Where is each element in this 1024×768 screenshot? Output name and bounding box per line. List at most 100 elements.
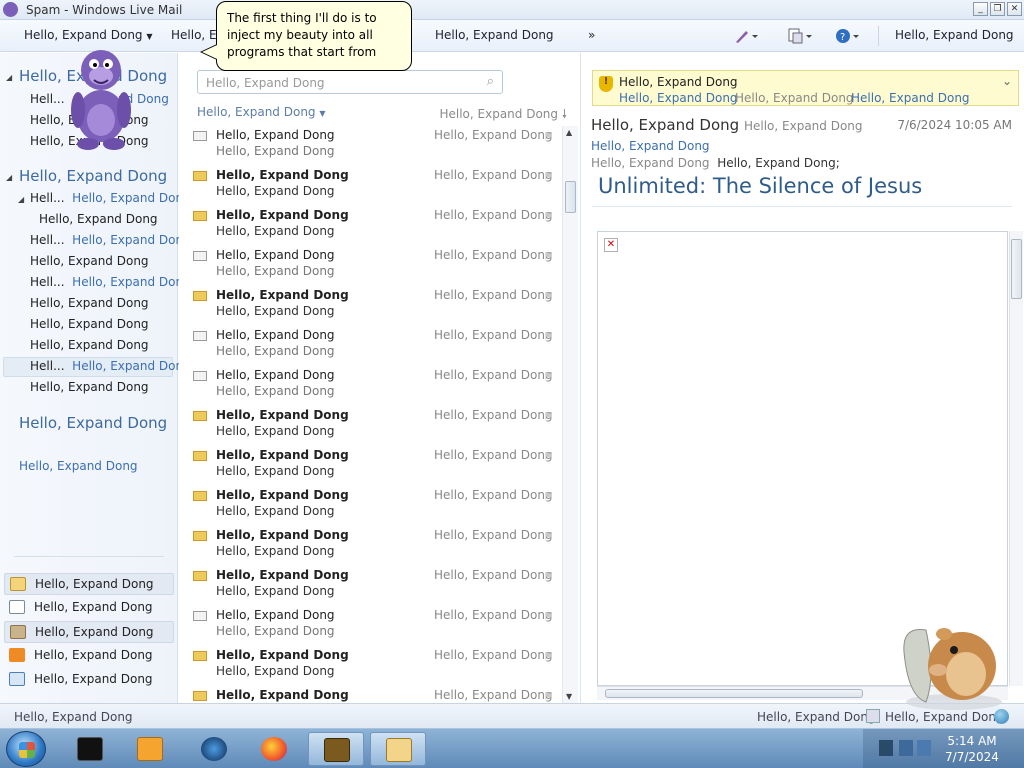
message-row[interactable]: Hello, Expand Dong Hello, Expand Dong Hell… <box>179 286 563 326</box>
message-row[interactable]: Hello, Expand Dong Hello, Expand Dong Hell… <box>179 366 563 406</box>
layout-icon[interactable] <box>788 27 814 45</box>
nav-item[interactable]: Hell... Hello, Expand Dong <box>30 275 191 289</box>
flag-icon[interactable]: ⚑ <box>543 410 553 423</box>
flag-icon[interactable]: ⚑ <box>543 450 553 463</box>
flag-icon[interactable]: ⚑ <box>543 210 553 223</box>
calendar-button[interactable]: Hello, Expand Dong <box>4 597 174 619</box>
add-account-link[interactable]: Hello, Expand Dong <box>19 459 138 473</box>
nav-item[interactable]: Hello, Expand Dong <box>30 338 149 352</box>
message-row[interactable]: Hello, Expand Dong Hello, Expand Dong Hell… <box>179 526 563 566</box>
offline-icon[interactable] <box>866 709 880 723</box>
taskbar-app-bonzi[interactable] <box>308 732 364 766</box>
sign-in-button[interactable]: Hello, Expand Dong <box>895 28 1014 42</box>
nav-header-storage[interactable]: Hello, Expand Dong <box>19 414 167 432</box>
flag-icon[interactable]: ⚑ <box>543 130 553 143</box>
bonzi-buddy-gorilla-icon[interactable] <box>60 40 142 152</box>
nav-item-inbox[interactable]: Hell... Hello, Expand Dong <box>30 191 191 205</box>
broken-image-icon[interactable]: ✕ <box>604 238 618 252</box>
restore-button[interactable]: ❐ <box>990 2 1005 16</box>
message-row[interactable]: Hello, Expand Dong Hello, Expand Dong Hell… <box>179 406 563 446</box>
message-date: 7/6/2024 10:05 AM <box>897 118 1012 132</box>
paint-brush-icon[interactable] <box>734 27 760 45</box>
nav-item[interactable]: Hello, Expand Dong <box>30 296 149 310</box>
taskbar-app-media[interactable] <box>122 732 178 766</box>
collapse-icon[interactable]: ◢ <box>6 73 12 82</box>
message-list-scrollbar[interactable]: ▲ ▼ <box>562 126 578 703</box>
nav-item[interactable]: Hello, Expand Dong <box>30 380 149 394</box>
message-row[interactable]: Hello, Expand Dong Hello, Expand Dong Hell… <box>179 166 563 206</box>
flag-icon[interactable]: ⚑ <box>543 530 553 543</box>
flag-icon[interactable]: ⚑ <box>543 170 553 183</box>
message-row[interactable]: Hello, Expand Dong Hello, Expand Dong Hell… <box>179 206 563 246</box>
chevron-down-icon[interactable]: ⌄ <box>1002 74 1012 88</box>
nav-item[interactable]: Hello, Expand Dong <box>30 317 149 331</box>
collapse-icon[interactable]: ◢ <box>6 173 12 182</box>
flag-icon[interactable]: ⚑ <box>543 690 553 703</box>
unread-envelope-icon <box>193 531 207 541</box>
clock-date[interactable]: 7/7/2024 <box>935 750 1009 764</box>
toolbar-forward-button[interactable]: Hello, Expand Dong <box>435 28 554 42</box>
start-button[interactable] <box>6 731 46 767</box>
contacts-button[interactable]: Hello, Expand Dong <box>4 621 174 643</box>
taskbar-app-ie[interactable] <box>186 732 242 766</box>
flag-icon[interactable]: ⚑ <box>543 610 553 623</box>
feeds-button[interactable]: Hello, Expand Dong <box>4 645 174 667</box>
flag-icon[interactable]: ⚑ <box>543 250 553 263</box>
nav-header-account[interactable]: Hello, Expand Dong <box>19 167 167 185</box>
nav-item[interactable]: Hello, Expand Dong <box>39 212 158 226</box>
scroll-thumb[interactable] <box>1011 239 1022 299</box>
newsgroups-button[interactable]: Hello, Expand Dong <box>4 669 174 691</box>
nav-item[interactable]: Hell... Hello, Expand Dong <box>30 233 191 247</box>
warning-link-not-junk[interactable]: Hello, Expand Dong <box>619 91 738 105</box>
flag-icon[interactable]: ⚑ <box>543 490 553 503</box>
message-row[interactable]: Hello, Expand Dong Hello, Expand Dong Hell… <box>179 446 563 486</box>
warning-link-safe-senders[interactable]: Hello, Expand Dong <box>851 91 970 105</box>
flag-icon[interactable]: ⚑ <box>543 650 553 663</box>
taskbar-app-cmd[interactable] <box>62 732 118 766</box>
flag-icon[interactable]: ⚑ <box>543 370 553 383</box>
message-date: Hello, Expand Dong <box>434 488 553 502</box>
collapse-icon[interactable]: ◢ <box>18 195 24 204</box>
help-icon[interactable]: ? <box>835 27 861 45</box>
scroll-thumb[interactable] <box>565 181 576 213</box>
network-icon[interactable] <box>899 740 913 756</box>
scroll-up-icon[interactable]: ▲ <box>566 128 572 137</box>
feeds-icon <box>9 648 25 662</box>
taskbar-app-mail[interactable] <box>370 732 426 766</box>
taskbar-app-firefox[interactable] <box>246 732 302 766</box>
message-row[interactable]: Hello, Expand Dong Hello, Expand Dong Hell… <box>179 566 563 606</box>
sort-by-dropdown[interactable]: Hello, Expand Dong ▼ <box>197 105 326 119</box>
message-row[interactable]: Hello, Expand Dong Hello, Expand Dong Hell… <box>179 486 563 526</box>
nav-item[interactable]: Hello, Expand Dong <box>30 254 149 268</box>
clock-time[interactable]: 5:14 AM <box>935 734 1009 748</box>
flag-icon[interactable]: ⚑ <box>543 330 553 343</box>
message-date: Hello, Expand Dong <box>434 568 553 582</box>
message-row[interactable]: Hello, Expand Dong Hello, Expand Dong ⚑ <box>179 686 563 703</box>
message-row[interactable]: Hello, Expand Dong Hello, Expand Dong Hell… <box>179 126 563 166</box>
flag-icon[interactable]: ⚑ <box>543 570 553 583</box>
tray-icon[interactable] <box>879 740 893 756</box>
volume-icon[interactable] <box>917 740 931 756</box>
search-icon[interactable]: ⌕ <box>487 74 494 89</box>
recipient-link[interactable]: Hello, Expand Dong <box>591 139 710 153</box>
nav-item-spam[interactable]: Hell... Hello, Expand Dong <box>30 359 191 373</box>
scroll-thumb[interactable] <box>605 689 863 698</box>
scroll-down-icon[interactable]: ▼ <box>566 692 572 701</box>
message-row[interactable]: Hello, Expand Dong Hello, Expand Dong Hell… <box>179 326 563 366</box>
svg-text:?: ? <box>840 32 845 43</box>
mail-button[interactable]: Hello, Expand Dong <box>4 573 174 595</box>
minimize-button[interactable]: _ <box>973 2 988 16</box>
flag-icon[interactable]: ⚑ <box>543 290 553 303</box>
shield-warning-icon: ! <box>599 76 613 92</box>
newsgroups-icon <box>9 672 25 686</box>
body-vertical-scrollbar[interactable] <box>1009 231 1023 686</box>
message-row[interactable]: Hello, Expand Dong Hello, Expand Dong Hell… <box>179 646 563 686</box>
title-bar: Spam - Windows Live Mail _ ❐ ✕ <box>0 0 1024 20</box>
sort-order-button[interactable]: Hello, Expand Dong 🠗 <box>439 105 567 126</box>
message-row[interactable]: Hello, Expand Dong Hello, Expand Dong Hell… <box>179 606 563 646</box>
windows-logo-icon <box>19 742 35 758</box>
toolbar-more-button[interactable]: » <box>588 28 595 42</box>
close-button[interactable]: ✕ <box>1007 2 1022 16</box>
message-row[interactable]: Hello, Expand Dong Hello, Expand Dong Hell… <box>179 246 563 286</box>
search-box[interactable]: Hello, Expand Dong ⌕ <box>197 70 503 94</box>
